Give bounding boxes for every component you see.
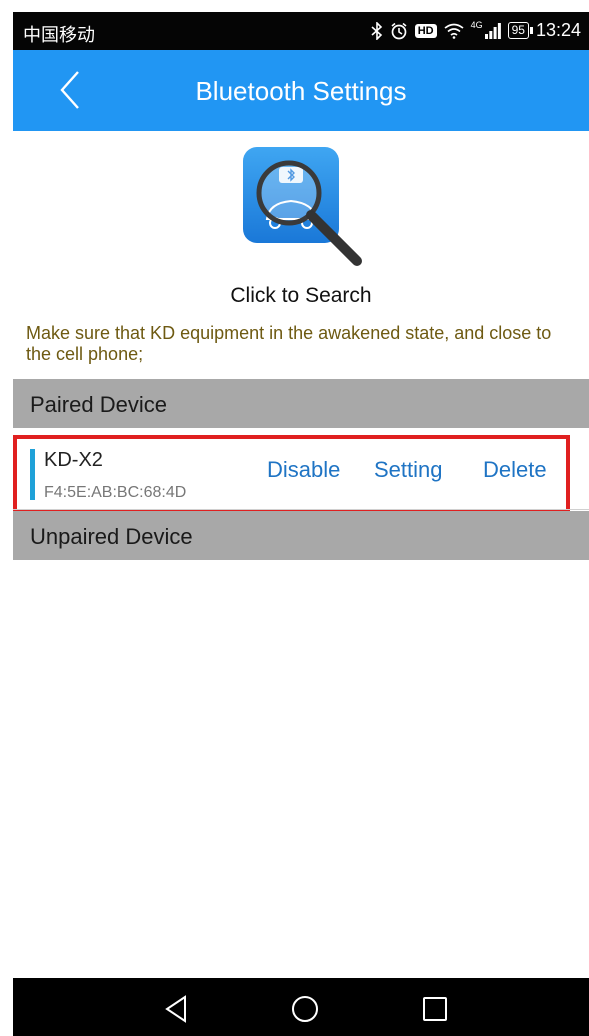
device-row[interactable]: KD-X2 F4:5E:AB:BC:68:4D Disable Setting … xyxy=(13,435,570,514)
paired-device-header: Paired Device xyxy=(13,379,589,428)
nav-home-icon xyxy=(292,996,318,1022)
status-icons: HD 4G 95 13:24 xyxy=(371,20,581,41)
nav-back-icon xyxy=(165,995,186,1023)
carrier-name: 中国移动 xyxy=(23,25,95,45)
bluetooth-car-search-icon xyxy=(243,147,362,266)
signal-icon xyxy=(484,22,501,39)
device-name: KD-X2 xyxy=(44,449,103,471)
status-bar: 中国移动 HD 4G 95 13:24 xyxy=(13,12,589,50)
phone-screen: 中国移动 HD 4G 95 13:24 Bluetooth Settings C… xyxy=(13,12,589,1036)
nav-recent-icon xyxy=(423,997,447,1021)
network-type-label: 4G xyxy=(470,20,483,30)
paired-device-title: Paired Device xyxy=(30,392,167,417)
page-title: Bluetooth Settings xyxy=(195,76,407,106)
clock-time: 13:24 xyxy=(535,20,581,40)
hint-text: Make sure that KD equipment in the awake… xyxy=(26,323,552,364)
nav-home-button[interactable] xyxy=(288,992,322,1026)
nav-back-button[interactable] xyxy=(160,992,194,1026)
disable-button[interactable]: Disable xyxy=(267,457,340,483)
nav-recent-button[interactable] xyxy=(418,992,452,1026)
search-label[interactable]: Click to Search xyxy=(13,284,589,308)
battery-icon: 95 xyxy=(507,22,534,39)
alarm-icon xyxy=(390,22,408,40)
setting-button[interactable]: Setting xyxy=(374,457,443,483)
bluetooth-icon xyxy=(371,21,383,40)
device-indicator-bar xyxy=(30,449,35,500)
battery-level: 95 xyxy=(511,23,525,37)
navigation-bar xyxy=(13,978,589,1036)
divider xyxy=(13,509,589,510)
delete-button[interactable]: Delete xyxy=(483,457,547,483)
search-button[interactable] xyxy=(241,145,371,275)
wifi-icon xyxy=(444,23,464,39)
app-header: Bluetooth Settings xyxy=(13,50,589,131)
unpaired-device-header: Unpaired Device xyxy=(13,511,589,560)
device-mac-address: F4:5E:AB:BC:68:4D xyxy=(44,484,187,501)
hd-icon: HD xyxy=(414,23,437,38)
unpaired-device-title: Unpaired Device xyxy=(30,524,193,549)
